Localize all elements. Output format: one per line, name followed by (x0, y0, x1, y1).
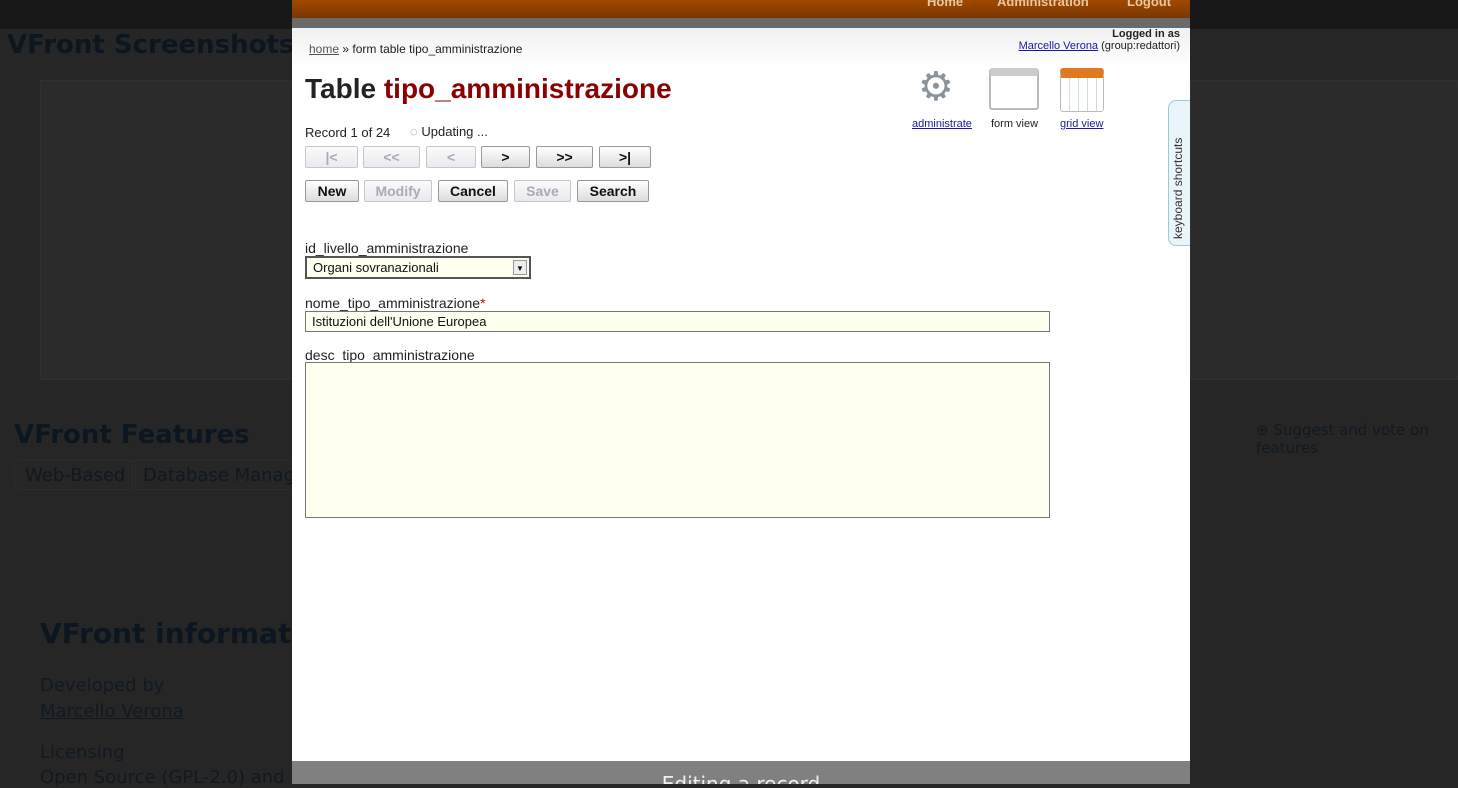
breadcrumb-separator: » (342, 42, 350, 56)
search-button[interactable]: Search (577, 180, 649, 202)
table-name: tipo_amministrazione (383, 73, 672, 104)
record-status: Record 1 of 24 (305, 125, 391, 140)
save-button[interactable]: Save (514, 180, 571, 202)
user-link[interactable]: Marcello Verona (1019, 40, 1099, 52)
desc-textarea[interactable] (305, 362, 1050, 518)
lightbox-caption: Editing a record (292, 761, 1190, 784)
form-view-icon[interactable] (989, 68, 1039, 110)
form-view-label: form view (991, 118, 1039, 130)
nav-administration[interactable]: Administration (997, 0, 1089, 9)
grid-view-link[interactable]: grid view (1060, 118, 1103, 130)
logged-in-label: Logged in as (1112, 28, 1180, 40)
livello-select[interactable]: Organi sovranazionali ▼ (305, 256, 531, 279)
app-header: Home Administration Logout (292, 0, 1190, 18)
nome-label-text: nome_tipo_amministrazione (305, 295, 481, 311)
livello-value: Organi sovranazionali (313, 260, 439, 275)
prev-page-button[interactable]: << (363, 146, 420, 168)
user-group: (group:redattori) (1101, 40, 1180, 52)
next-page-button[interactable]: >> (536, 146, 593, 168)
app-subheader (292, 18, 1190, 28)
nav-home[interactable]: Home (927, 0, 963, 9)
nome-input[interactable]: Istituzioni dell'Unione Europea (305, 311, 1050, 332)
breadcrumb: home » form table tipo_amministrazione (309, 42, 522, 56)
administrate-link[interactable]: administrate (912, 118, 972, 130)
keyboard-shortcuts-label: keyboard shortcuts (1171, 137, 1185, 239)
feature-chip[interactable]: Web-Based (14, 460, 137, 490)
screenshot-thumbnail-right[interactable] (1190, 80, 1458, 380)
cancel-button[interactable]: Cancel (438, 180, 508, 202)
page-title: Table tipo_amministrazione (305, 73, 672, 105)
nav-logout[interactable]: Logout (1127, 0, 1171, 9)
new-button[interactable]: New (305, 180, 359, 202)
desc-label: desc_tipo_amministrazione (305, 347, 475, 363)
updating-status: ◌ Updating ... (410, 124, 488, 139)
title-prefix: Table (305, 73, 377, 104)
updating-label: Updating ... (421, 124, 488, 139)
next-record-button[interactable]: > (481, 146, 530, 168)
license-text: Open Source (GPL-2.0) and Free (40, 767, 329, 788)
developer-link[interactable]: Marcello Verona (40, 701, 184, 722)
prev-record-button[interactable]: < (426, 146, 476, 168)
screenshot-thumbnail-left[interactable] (40, 80, 300, 380)
suggest-link-label: Suggest and vote on features (1256, 421, 1429, 457)
required-mark: * (480, 295, 486, 311)
nome-label: nome_tipo_amministrazione* (305, 295, 486, 311)
screenshot-lightbox: Home Administration Logout Logged in as … (292, 0, 1190, 784)
gears-icon[interactable]: ⚙ (918, 64, 962, 110)
licensing-label: Licensing (40, 742, 125, 763)
first-record-button[interactable]: |< (305, 146, 358, 168)
app-content: Logged in as Marcello Verona (group:reda… (292, 28, 1190, 761)
breadcrumb-current: form table tipo_amministrazione (352, 42, 523, 56)
user-info: Marcello Verona (group:redattori) (1019, 40, 1180, 52)
last-record-button[interactable]: >| (599, 146, 651, 168)
modify-button[interactable]: Modify (364, 180, 432, 202)
grid-view-icon[interactable] (1060, 68, 1104, 112)
breadcrumb-home[interactable]: home (309, 42, 339, 56)
features-heading: VFront Features (14, 420, 250, 450)
keyboard-shortcuts-tab[interactable]: keyboard shortcuts (1168, 100, 1190, 246)
developed-by-label: Developed by (40, 675, 165, 696)
spinner-icon: ◌ (410, 124, 418, 139)
livello-label: id_livello_amministrazione (305, 240, 469, 256)
suggest-link[interactable]: ⊕ Suggest and vote on features (1256, 421, 1458, 457)
chevron-down-icon[interactable]: ▼ (513, 260, 527, 275)
screenshots-heading: VFront Screenshots (7, 30, 295, 60)
